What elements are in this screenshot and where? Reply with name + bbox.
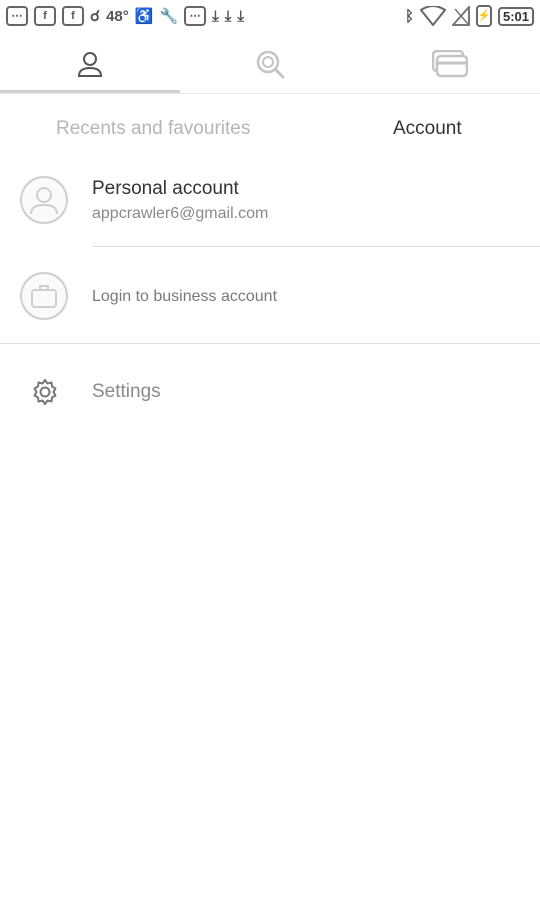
sub-tab-bar: Recents and favourites Account (0, 112, 540, 146)
bluetooth-icon: ᛒ (404, 7, 414, 25)
status-bar: ⋯ f f ☌ 48° ♿ 🔧 ⋯ ⤓ ⤓ ⤓ ᛒ ⚡ 5:01 (0, 0, 540, 32)
person-icon (77, 52, 103, 77)
search-history-icon (256, 50, 285, 79)
login-business-account-label: Login to business account (92, 288, 278, 305)
accessibility-icon: ♿ (134, 7, 154, 25)
divider (92, 246, 540, 247)
wrench-icon: 🔧 (159, 7, 179, 25)
facebook-icon: f (62, 6, 84, 26)
download-icon: ⤓ (237, 7, 245, 25)
clock-text: 5:01 (497, 6, 534, 26)
business-account-row[interactable]: Login to business account (0, 262, 540, 330)
tab-search-history[interactable] (180, 32, 360, 96)
cards-icon (432, 50, 468, 78)
status-bar-left: ⋯ f f ☌ 48° ♿ 🔧 ⋯ ⤓ ⤓ ⤓ (6, 6, 244, 26)
facebook-icon: f (34, 6, 56, 26)
tab-account-section[interactable]: Account (393, 118, 462, 140)
personal-account-email: appcrawler6@gmail.com (92, 205, 269, 222)
personal-account-row[interactable]: Personal account appcrawler6@gmail.com (0, 168, 540, 234)
temperature-text: 48° (106, 7, 129, 25)
battery-icon: ⚡ (475, 5, 492, 27)
signal-icon (451, 6, 470, 26)
download-icon: ⤓ (224, 7, 232, 25)
tab-bar-divider (0, 93, 540, 94)
business-avatar (20, 272, 68, 320)
status-bar-right: ᛒ ⚡ 5:01 (405, 5, 534, 27)
briefcase-icon (31, 285, 57, 308)
settings-label: Settings (92, 381, 161, 402)
messenger-icon: ⋯ (184, 6, 207, 26)
download-icon: ⤓ (212, 7, 219, 25)
chat-icon: ⋯ (6, 6, 28, 26)
wifi-icon (419, 6, 446, 26)
gear-icon (33, 379, 57, 405)
tab-account[interactable] (0, 32, 180, 96)
settings-row[interactable]: Settings (0, 368, 540, 416)
divider (0, 343, 540, 344)
tab-recents-and-favourites[interactable]: Recents and favourites (56, 118, 250, 140)
top-tab-bar (0, 32, 540, 96)
person-icon (30, 187, 58, 215)
avatar (20, 176, 68, 224)
tab-cards[interactable] (360, 32, 540, 96)
notification-icon: ☌ (90, 7, 101, 25)
personal-account-title: Personal account (92, 178, 239, 199)
